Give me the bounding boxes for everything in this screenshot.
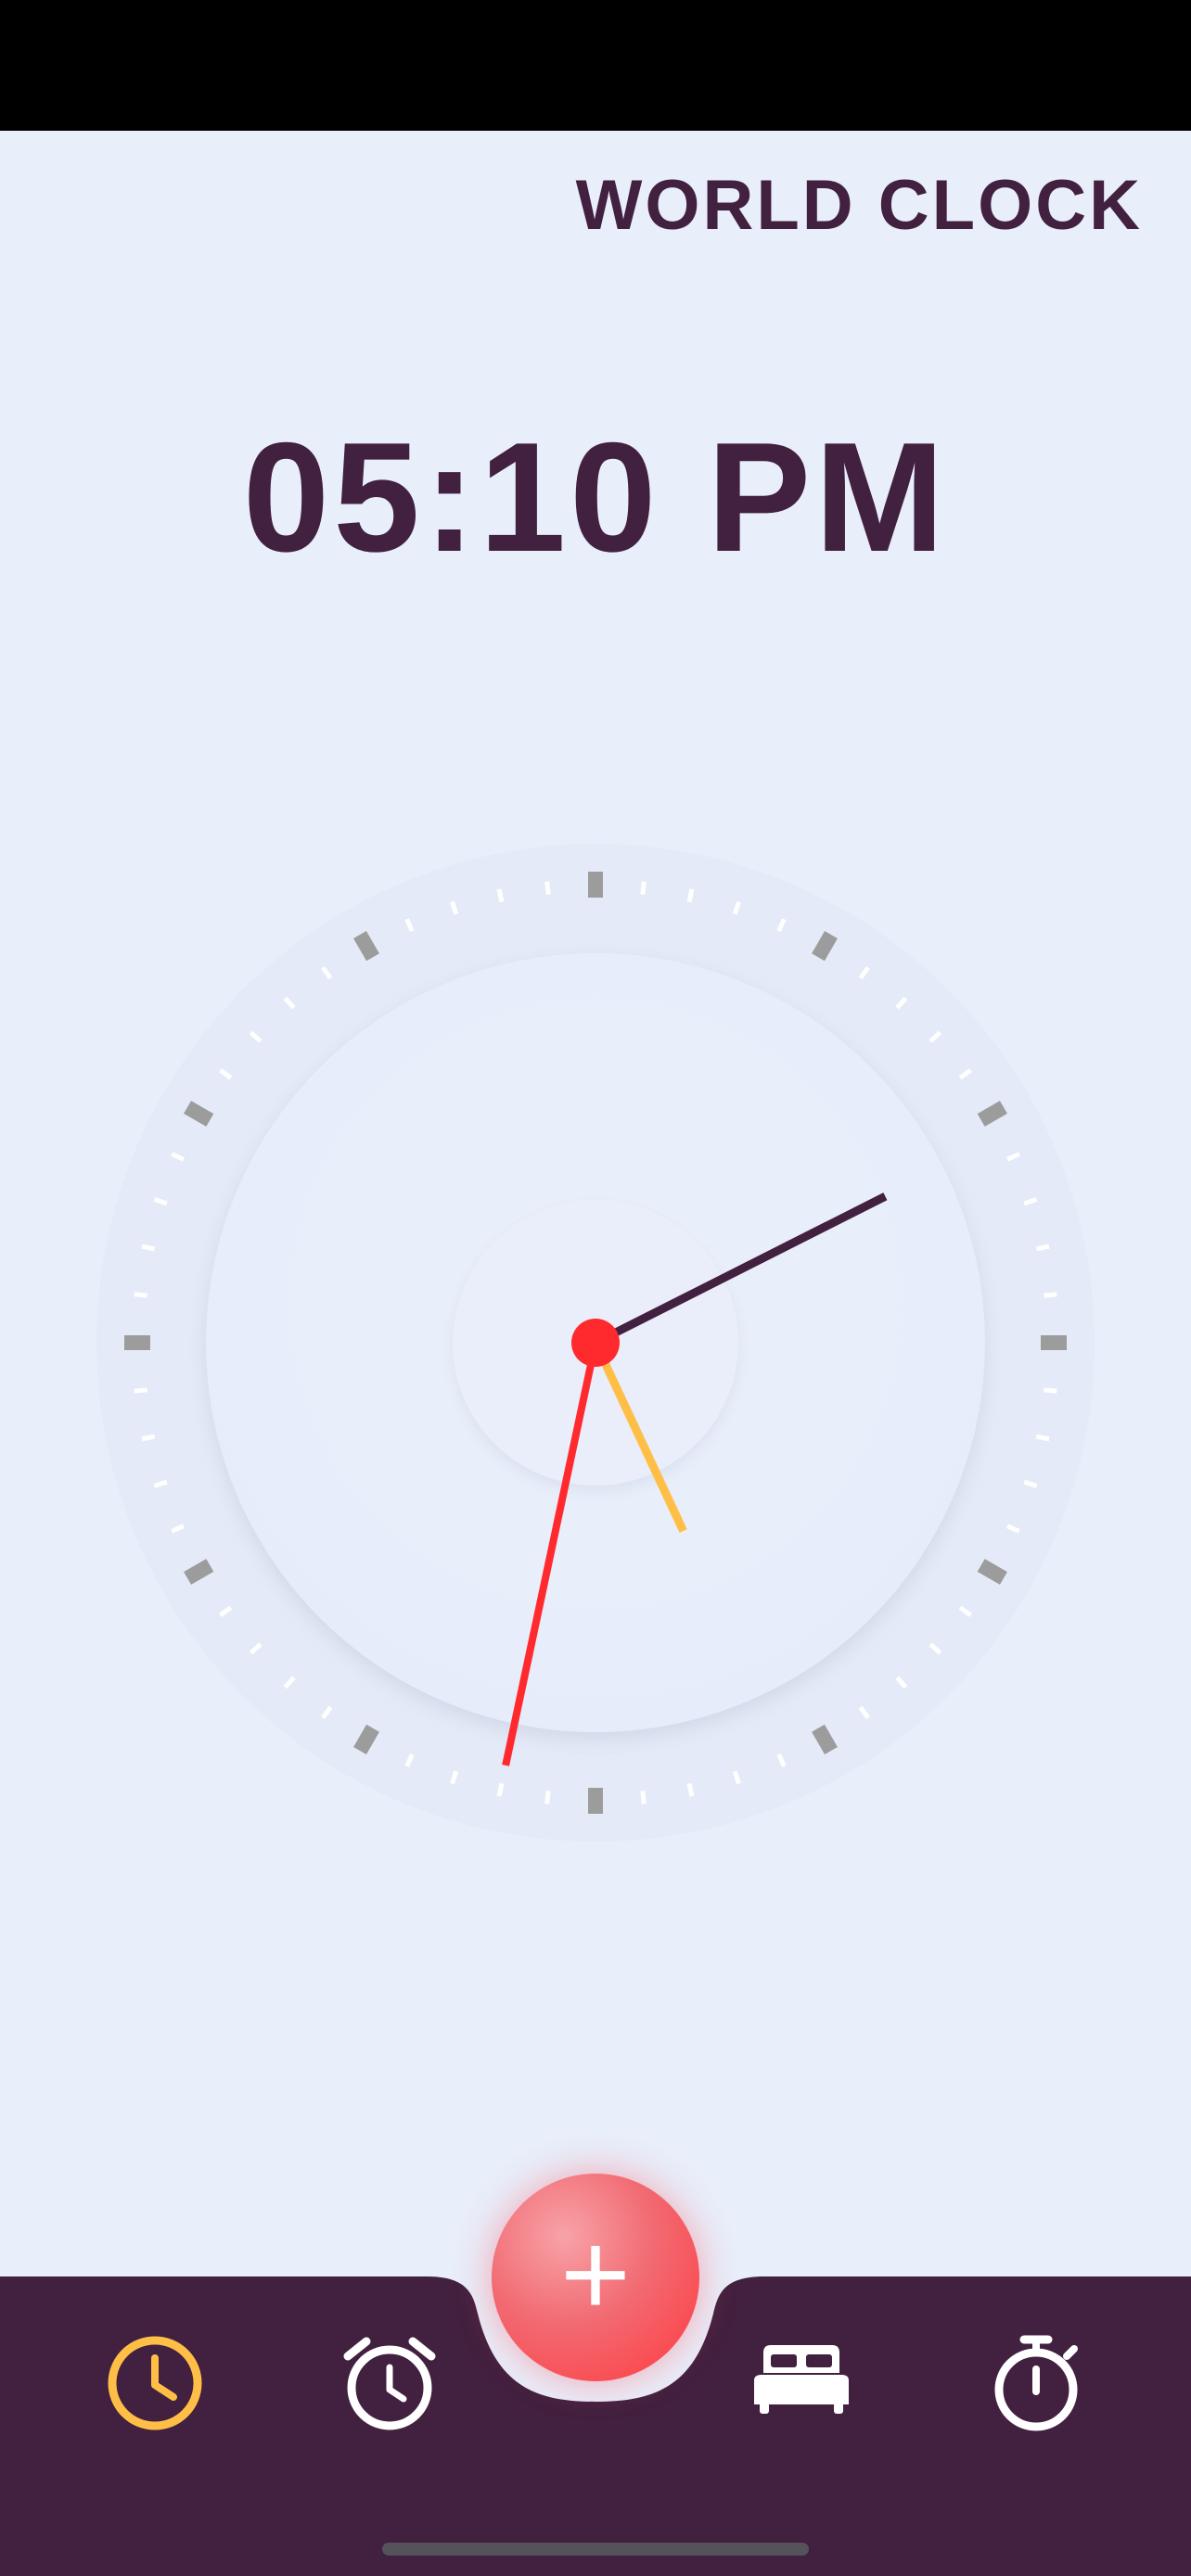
analog-clock (95, 842, 1096, 1843)
bed-icon (754, 2345, 849, 2414)
nav-item-alarm[interactable] (329, 2323, 450, 2443)
add-clock-button[interactable]: + (492, 2174, 699, 2381)
minor-tick (496, 888, 505, 903)
minor-tick (496, 1782, 505, 1797)
minor-tick (544, 1791, 551, 1804)
minor-tick (141, 1434, 156, 1442)
minor-tick (134, 1292, 147, 1298)
minor-tick (1035, 1243, 1050, 1252)
clock-icon (108, 2336, 202, 2430)
minor-tick (141, 1243, 156, 1252)
clock-center-dot (571, 1319, 620, 1367)
minor-tick (686, 1782, 695, 1797)
minor-tick (544, 881, 551, 895)
nav-item-world-clock[interactable] (95, 2323, 215, 2443)
alarm-clock-icon (343, 2337, 436, 2430)
stopwatch-icon (994, 2335, 1078, 2431)
minor-tick (1035, 1434, 1050, 1442)
minor-tick (686, 888, 695, 903)
minor-tick (134, 1387, 147, 1394)
minor-tick (1044, 1292, 1057, 1298)
minor-tick (640, 881, 647, 895)
plus-icon: + (560, 2206, 631, 2341)
home-indicator (382, 2543, 809, 2556)
status-bar (0, 0, 1191, 131)
page-title: WORLD CLOCK (575, 166, 1143, 245)
minor-tick (1044, 1387, 1057, 1394)
digital-time: 05:10 PM (242, 410, 949, 584)
nav-item-bedtime[interactable] (741, 2323, 862, 2443)
nav-item-stopwatch[interactable] (976, 2323, 1096, 2443)
minor-tick (640, 1791, 647, 1804)
analog-clock-face (96, 844, 1095, 1842)
